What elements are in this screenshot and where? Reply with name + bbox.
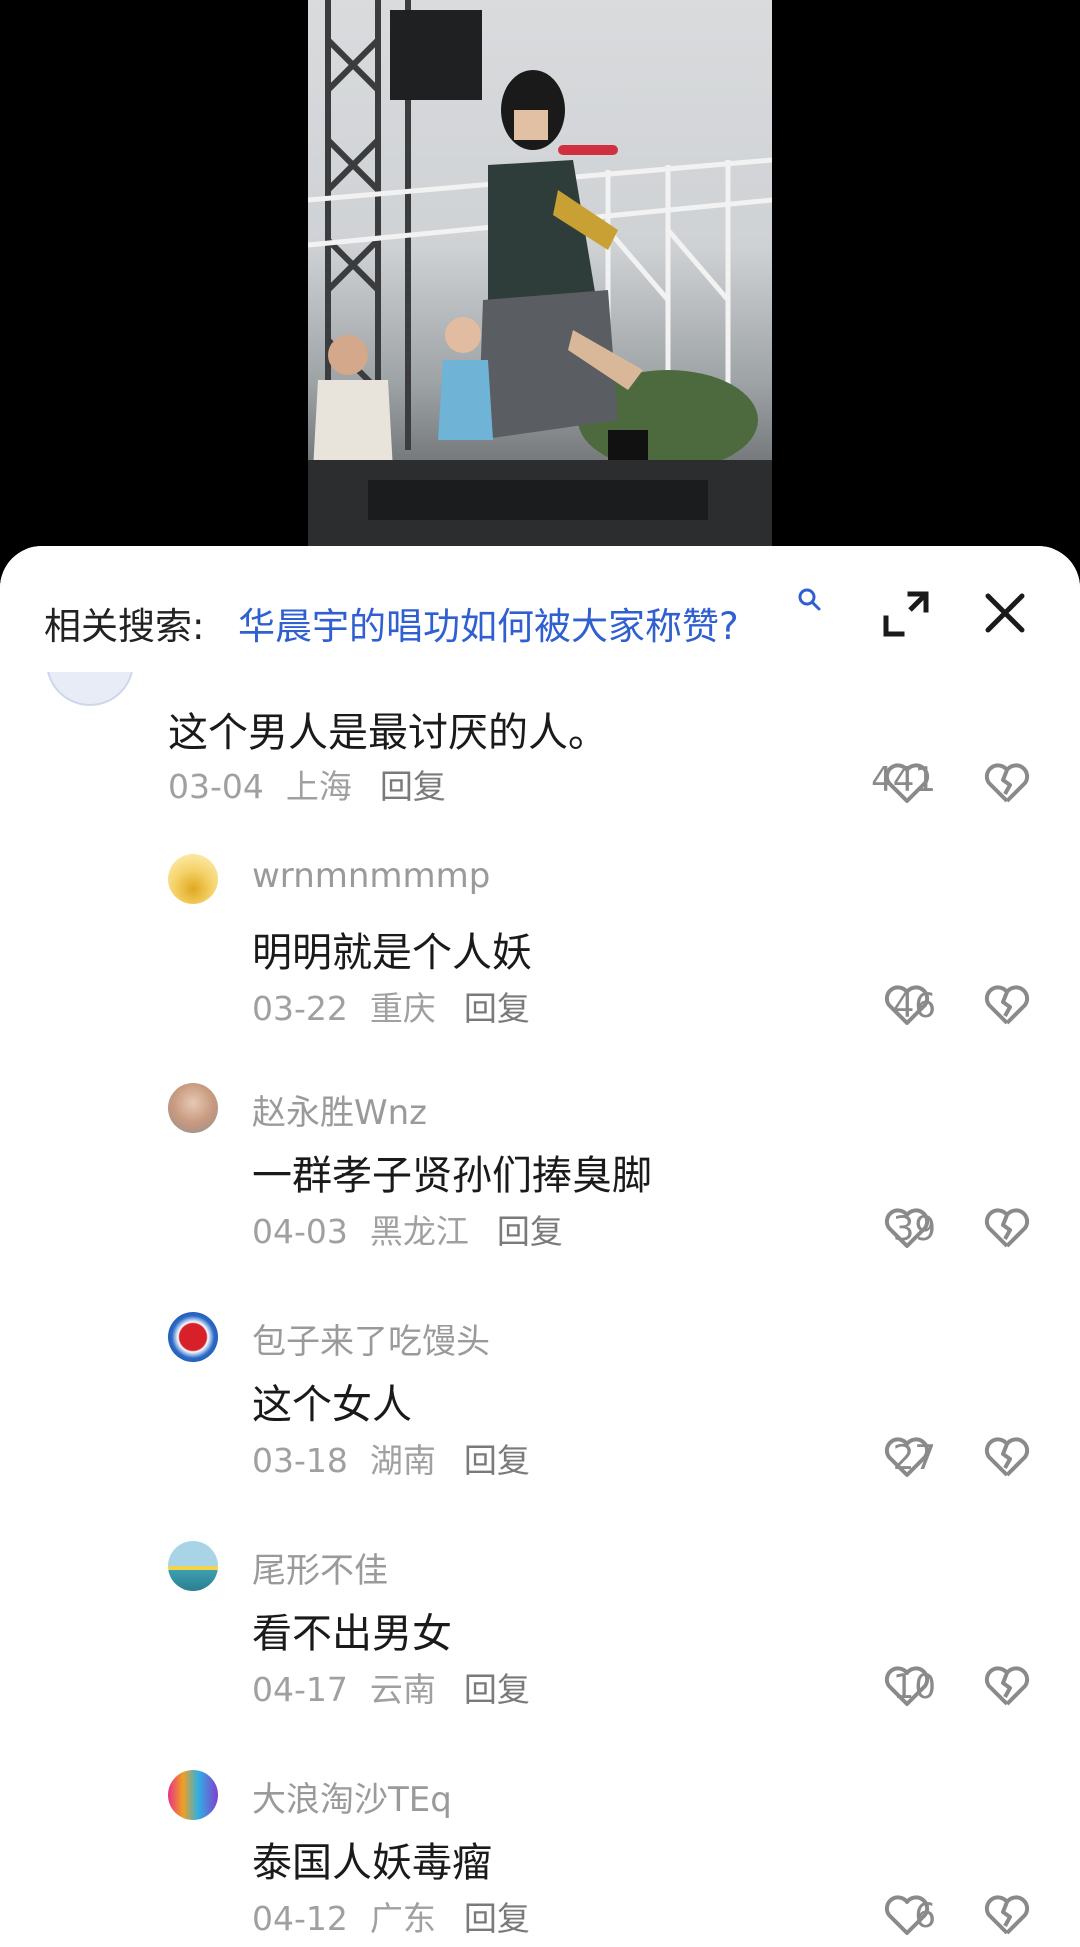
comments-sheet: 相关搜索: 华晨宇的唱功如何被大家称赞? 这个男人是最讨厌的人。 03-04 上海…	[0, 546, 1080, 1947]
reply-location: 重庆	[369, 989, 436, 1028]
heart-icon[interactable]	[884, 1894, 930, 1936]
reply-button[interactable]: 回复	[464, 1670, 530, 1709]
reply-location: 湖南	[369, 1441, 436, 1480]
reply-date: 03-22	[252, 989, 348, 1028]
video-player[interactable]	[0, 0, 1080, 560]
reply-meta: 04-12 广东 回复	[252, 1892, 530, 1940]
reply-username[interactable]: 尾形不佳	[252, 1543, 388, 1592]
reply-location: 黑龙江	[369, 1212, 469, 1251]
reply-item: 包子来了吃馒头 这个女人 03-18 湖南 回复 27	[168, 1312, 1048, 1482]
reply-text: 泰国人妖毒瘤	[252, 1840, 492, 1886]
comment-location: 上海	[285, 767, 352, 806]
video-thumbnail	[308, 0, 772, 546]
reply-text: 一群孝子贤孙们捧臭脚	[252, 1153, 652, 1199]
comment-text: 这个男人是最讨厌的人。	[168, 710, 608, 756]
close-icon[interactable]	[980, 588, 1030, 638]
heart-icon[interactable]	[884, 762, 930, 804]
reply-meta: 04-17 云南 回复	[252, 1663, 530, 1711]
avatar[interactable]	[168, 1770, 218, 1820]
reply-meta: 04-03 黑龙江 回复	[252, 1205, 563, 1253]
heart-icon[interactable]	[884, 984, 930, 1026]
reply-item: 尾形不佳 看不出男女 04-17 云南 回复 10	[168, 1541, 1048, 1711]
reply-button[interactable]: 回复	[380, 767, 446, 806]
reply-item: wrnmnmmmp 明明就是个人妖 03-22 重庆 回复 46	[168, 854, 1048, 1028]
related-search-link[interactable]: 华晨宇的唱功如何被大家称赞?	[238, 596, 739, 650]
reply-date: 03-18	[252, 1441, 348, 1480]
heart-icon[interactable]	[884, 1665, 930, 1707]
reply-location: 云南	[369, 1670, 436, 1709]
heart-icon[interactable]	[884, 1436, 930, 1478]
reply-date: 04-17	[252, 1670, 348, 1709]
comment-meta: 03-04 上海 回复	[168, 760, 446, 808]
broken-heart-icon[interactable]	[984, 762, 1030, 804]
search-icon[interactable]	[796, 586, 824, 614]
reply-button[interactable]: 回复	[464, 1899, 530, 1938]
reply-date: 04-12	[252, 1899, 348, 1938]
broken-heart-icon[interactable]	[984, 1207, 1030, 1249]
reply-item: 赵永胜Wnz 一群孝子贤孙们捧臭脚 04-03 黑龙江 回复 39	[168, 1083, 1048, 1253]
avatar[interactable]	[168, 1312, 218, 1362]
video-frame[interactable]	[308, 0, 772, 546]
reply-username[interactable]: wrnmnmmmp	[252, 856, 490, 896]
reply-username[interactable]: 赵永胜Wnz	[252, 1085, 427, 1134]
broken-heart-icon[interactable]	[984, 1665, 1030, 1707]
broken-heart-icon[interactable]	[984, 1436, 1030, 1478]
expand-icon[interactable]	[880, 588, 932, 640]
comment-item: 这个男人是最讨厌的人。 03-04 上海 回复 441	[168, 700, 1048, 820]
reply-username[interactable]: 大浪淘沙TEq	[252, 1772, 452, 1821]
reply-date: 04-03	[252, 1212, 348, 1251]
reply-text: 这个女人	[252, 1382, 412, 1428]
reply-button[interactable]: 回复	[464, 989, 530, 1028]
avatar[interactable]	[168, 1541, 218, 1591]
reply-username[interactable]: 包子来了吃馒头	[252, 1314, 490, 1363]
reply-location: 广东	[369, 1899, 436, 1938]
reply-button[interactable]: 回复	[464, 1441, 530, 1480]
avatar[interactable]	[168, 1083, 218, 1133]
broken-heart-icon[interactable]	[984, 984, 1030, 1026]
reply-text: 明明就是个人妖	[252, 930, 532, 976]
reply-text: 看不出男女	[252, 1611, 452, 1657]
reply-button[interactable]: 回复	[497, 1212, 563, 1251]
broken-heart-icon[interactable]	[984, 1894, 1030, 1936]
reply-meta: 03-18 湖南 回复	[252, 1434, 530, 1482]
comment-date: 03-04	[168, 767, 264, 806]
avatar[interactable]	[168, 854, 218, 904]
sheet-header: 相关搜索: 华晨宇的唱功如何被大家称赞?	[0, 546, 1080, 672]
heart-icon[interactable]	[884, 1207, 930, 1249]
reply-item: 大浪淘沙TEq 泰国人妖毒瘤 04-12 广东 回复 6	[168, 1770, 1048, 1947]
related-search-label: 相关搜索:	[44, 605, 205, 648]
reply-meta: 03-22 重庆 回复	[252, 982, 530, 1030]
